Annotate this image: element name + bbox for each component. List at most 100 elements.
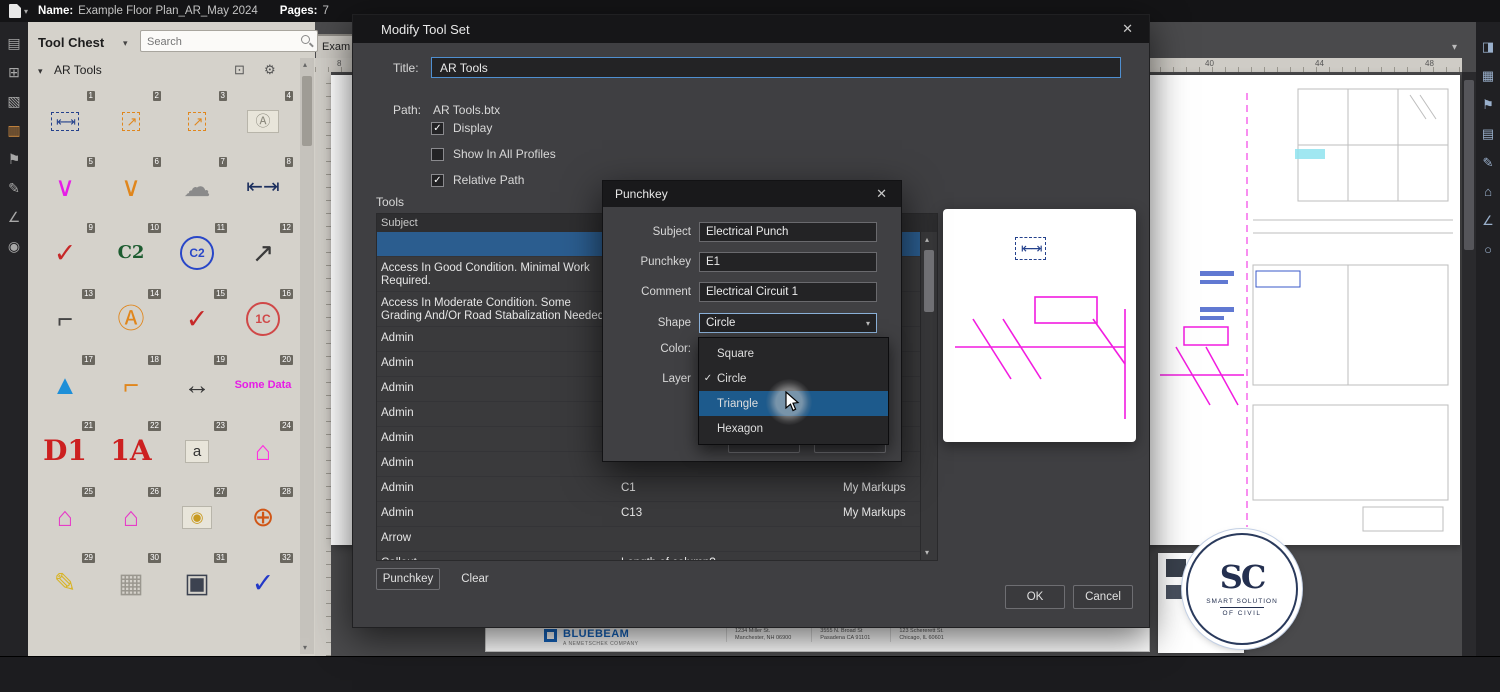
table-row[interactable]: Admin C13 My Markups — [377, 502, 921, 527]
tool-item-26[interactable]: ⌂ 26 — [98, 484, 164, 550]
tool-item-14[interactable]: Ⓐ 14 — [98, 286, 164, 352]
tool-item-25[interactable]: ⌂ 25 — [32, 484, 98, 550]
tool-item-31[interactable]: ▣ 31 — [164, 550, 230, 616]
table-row[interactable]: Admin C1 My Markups — [377, 477, 921, 502]
cancel-button[interactable]: Cancel — [1073, 585, 1133, 609]
tool-item-7[interactable]: ☁ 7 — [164, 154, 230, 220]
tool-item-13[interactable]: ⌐ 13 — [32, 286, 98, 352]
search-input[interactable] — [145, 32, 297, 52]
tool-item-22[interactable]: 1A 22 — [98, 418, 164, 484]
tool-item-18[interactable]: ⌐ 18 — [98, 352, 164, 418]
logo-line1: SMART SOLUTION — [1206, 598, 1278, 605]
gear-icon[interactable]: ⚙ — [264, 62, 276, 78]
file-icon[interactable] — [9, 3, 22, 18]
chevron-down-icon[interactable]: ▾ — [38, 66, 43, 77]
table-row[interactable]: CalloutLength of column? — [377, 552, 921, 560]
tool-item-32[interactable]: ✓ 32 — [230, 550, 296, 616]
title-input[interactable] — [431, 57, 1121, 78]
tool-item-30[interactable]: ▦ 30 — [98, 550, 164, 616]
tool-item-10[interactable]: C2 10 — [98, 220, 164, 286]
tool-item-1[interactable]: ⇤⇥ 1 — [32, 88, 98, 154]
tool-set-title[interactable]: AR Tools — [54, 63, 102, 77]
scroll-up-icon[interactable]: ▴ — [303, 60, 307, 69]
properties-icon[interactable]: ▤ — [1482, 127, 1494, 140]
measurements-icon[interactable]: ∠ — [1482, 214, 1494, 227]
scroll-down-icon[interactable]: ▾ — [303, 643, 307, 652]
clear-button[interactable]: Clear — [452, 568, 498, 590]
checkbox-icon[interactable]: ✓ — [431, 173, 444, 187]
chevron-down-icon[interactable]: ▾ — [24, 7, 28, 16]
bookmarks-icon[interactable]: ⚑ — [1482, 98, 1494, 111]
close-icon[interactable]: ✕ — [1116, 19, 1139, 39]
document-tab[interactable]: Exam — [316, 34, 352, 58]
panel-icon[interactable]: ◨ — [1482, 40, 1494, 53]
checkbox-display[interactable]: ✓ Display — [431, 115, 556, 141]
tool-item-28[interactable]: ⊕ 28 — [230, 484, 296, 550]
tool-item-4[interactable]: Ⓐ 4 — [230, 88, 296, 154]
tool-number-badge: 28 — [280, 487, 293, 497]
tool-item-29[interactable]: ✎ 29 — [32, 550, 98, 616]
markup-icon[interactable]: ✎ — [8, 181, 20, 195]
brand-subtitle: A NEMETSCHEK COMPANY — [563, 641, 639, 647]
scale-icon[interactable]: ⊡ — [234, 62, 245, 78]
comment-input[interactable] — [699, 282, 877, 302]
close-icon[interactable]: ✕ — [870, 184, 893, 204]
tool-item-6[interactable]: ∨ 6 — [98, 154, 164, 220]
shape-select[interactable]: Circle ▾ — [699, 313, 877, 333]
tool-item-3[interactable]: ↗ 3 — [164, 88, 230, 154]
tool-item-2[interactable]: ↗ 2 — [98, 88, 164, 154]
file-icon[interactable]: ▤ — [7, 36, 20, 50]
tool-item-19[interactable]: ↔ 19 — [164, 352, 230, 418]
scroll-down-icon[interactable]: ▾ — [925, 548, 929, 557]
chat-icon[interactable]: ◉ — [8, 239, 20, 253]
tool-chest-icon[interactable]: ▥ — [7, 123, 20, 137]
table-row[interactable]: Arrow — [377, 527, 921, 552]
scrollbar-thumb[interactable] — [302, 76, 312, 146]
tool-item-21[interactable]: D1 21 — [32, 418, 98, 484]
checkbox-icon[interactable]: ✓ — [431, 121, 444, 135]
ok-button[interactable]: OK — [1005, 585, 1065, 609]
punchkey-input[interactable] — [699, 252, 877, 272]
punchkey-button[interactable]: Punchkey — [376, 568, 440, 590]
dropdown-option-square[interactable]: Square — [699, 341, 888, 366]
tool-item-16[interactable]: 1C 16 — [230, 286, 296, 352]
tool-item-5[interactable]: ∨ 5 — [32, 154, 98, 220]
pages-count: 7 — [322, 5, 329, 17]
tool-item-24[interactable]: ⌂ 24 — [230, 418, 296, 484]
tool-chest-scrollbar[interactable]: ▴ ▾ — [300, 58, 314, 654]
table-cell-source — [839, 527, 921, 535]
chevron-down-icon[interactable]: ▾ — [1452, 42, 1457, 53]
bookmarks-icon[interactable]: ⚑ — [8, 152, 21, 166]
table-scrollbar[interactable]: ▴ ▾ — [920, 232, 937, 560]
thumbnails-icon[interactable]: ▦ — [1482, 69, 1494, 82]
markups-list-icon[interactable]: ✎ — [1483, 156, 1494, 169]
scrollbar-thumb[interactable] — [1464, 80, 1474, 250]
tool-item-17[interactable]: ▲ 17 — [32, 352, 98, 418]
document-scrollbar[interactable] — [1462, 72, 1476, 656]
checkbox-relative-path[interactable]: ✓ Relative Path — [431, 167, 556, 193]
subject-input[interactable] — [699, 222, 877, 242]
tool-item-23[interactable]: a 23 — [164, 418, 230, 484]
checkbox-icon[interactable] — [431, 147, 444, 161]
tool-item-8[interactable]: ⇤⇥ 8 — [230, 154, 296, 220]
chevron-down-icon[interactable]: ▾ — [123, 38, 128, 49]
panels-icon[interactable]: ⊞ — [8, 65, 20, 79]
tool-item-9[interactable]: ✓ 9 — [32, 220, 98, 286]
search-icon[interactable]: ○ — [1484, 243, 1492, 256]
tool-item-15[interactable]: ✓ 15 — [164, 286, 230, 352]
scrollbar-thumb[interactable] — [924, 250, 934, 312]
scroll-up-icon[interactable]: ▴ — [925, 235, 929, 244]
tool-glyph: ◉ — [182, 505, 212, 529]
layers-icon[interactable]: ▧ — [7, 94, 20, 108]
search-box — [140, 30, 318, 52]
tool-item-12[interactable]: ↗ 12 — [230, 220, 296, 286]
tool-item-11[interactable]: C2 11 — [164, 220, 230, 286]
tool-grid: ⇤⇥ 1 ↗ 2 ↗ 3 Ⓐ 4 ∨ 5 ∨ 6 ☁ 7 ⇤⇥ 8 ✓ 9 C2 10 C2 11 ↗ 12 ⌐ 13 Ⓐ 14 ✓ 15… — [32, 88, 298, 616]
tool-item-27[interactable]: ◉ 27 — [164, 484, 230, 550]
tool-item-20[interactable]: Some Data 20 — [230, 352, 296, 418]
checkbox-show-in-all-profiles[interactable]: Show In All Profiles — [431, 141, 556, 167]
search-icon[interactable] — [301, 35, 314, 48]
spaces-icon[interactable]: ⌂ — [1484, 185, 1492, 198]
tool-number-badge: 30 — [148, 553, 161, 563]
measure-icon[interactable]: ∠ — [8, 210, 21, 224]
